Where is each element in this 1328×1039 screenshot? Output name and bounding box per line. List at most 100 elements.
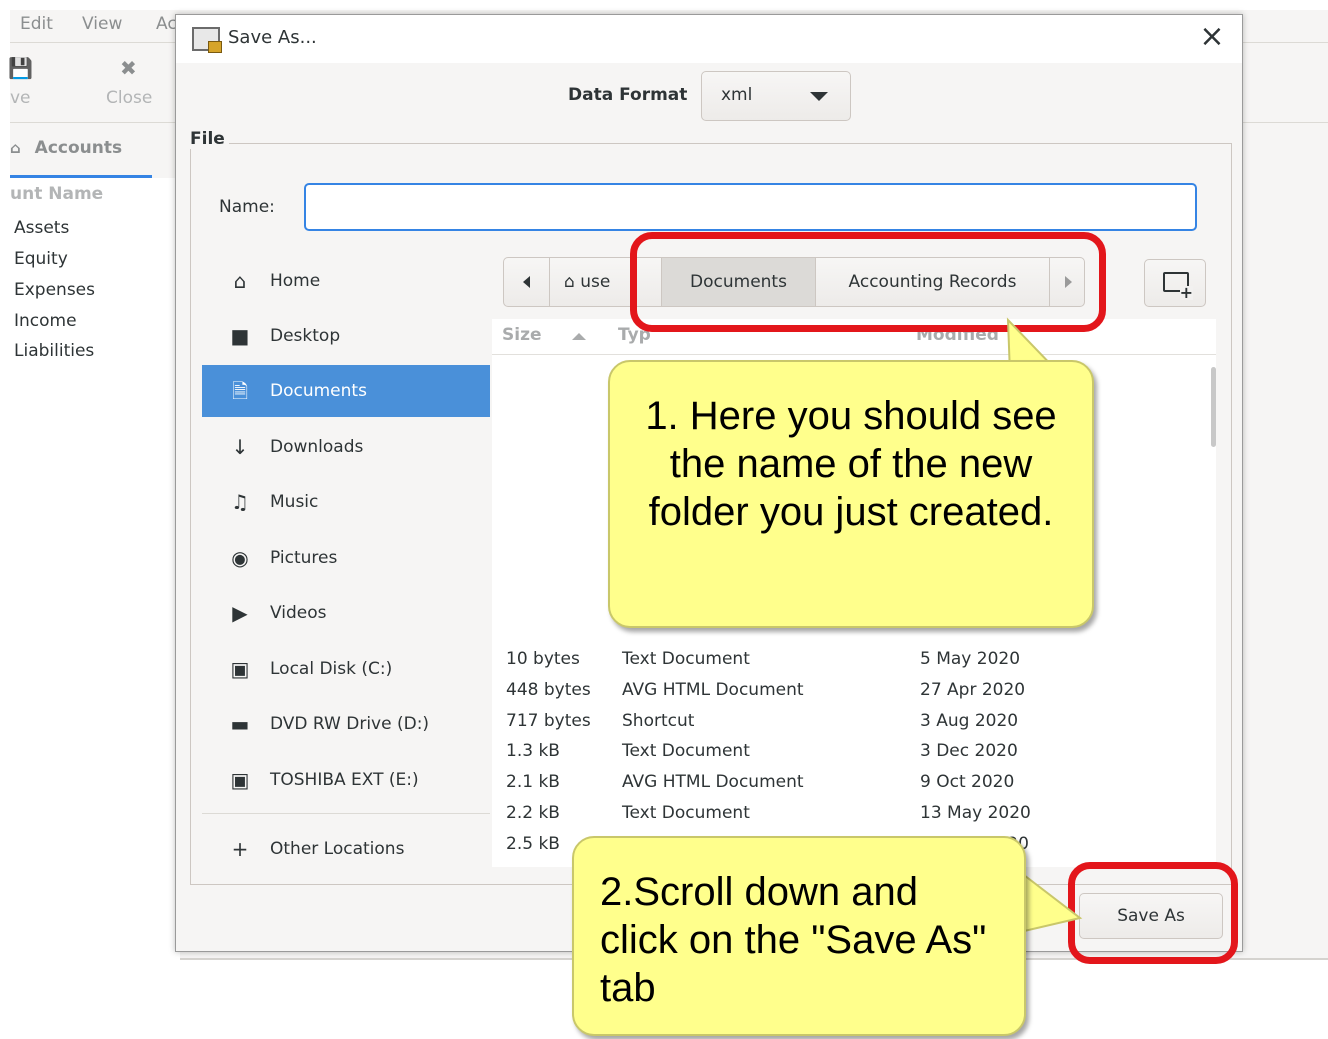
chevron-down-icon — [810, 92, 828, 101]
arrow-right-icon — [1064, 276, 1072, 288]
place-label: Home — [270, 271, 321, 291]
save-dialog-app-icon — [192, 27, 222, 53]
file-modified: 27 Apr 2020 — [920, 679, 1026, 700]
name-label: Name: — [219, 197, 275, 217]
column-header-account-name[interactable]: unt Name — [10, 184, 103, 204]
place-desktop[interactable]: ■ Desktop — [202, 310, 490, 362]
arrow-left-icon — [523, 276, 530, 288]
place-local-disk-c[interactable]: ▣ Local Disk (C:) — [202, 643, 490, 695]
place-videos[interactable]: ▶ Videos — [202, 587, 490, 639]
place-downloads[interactable]: ↓ Downloads — [202, 421, 490, 473]
file-list-scrollbar[interactable] — [1211, 367, 1216, 447]
path-scroll-right-button[interactable] — [1050, 258, 1084, 306]
callout-folder-name-hint: 1. Here you should see the name of the n… — [608, 360, 1094, 628]
file-size: 2.7 kB — [506, 865, 560, 867]
callout-save-as-hint: 2.Scroll down and click on the "Save As"… — [572, 836, 1026, 1036]
tab-accounts-label: Accounts — [34, 138, 123, 158]
file-type: Text Document — [622, 803, 750, 823]
file-name-input[interactable] — [304, 183, 1197, 231]
file-size: 1.3 kB — [506, 741, 560, 762]
file-modified: 13 May 2020 — [920, 803, 1031, 823]
data-format-dropdown[interactable]: xml — [701, 71, 851, 121]
new-folder-icon — [1163, 272, 1193, 300]
file-type: AVG HTML Document — [622, 679, 804, 700]
path-home-label: use — [580, 272, 611, 292]
save-icon[interactable]: 💾 — [8, 56, 33, 80]
place-home[interactable]: ⌂ Home — [202, 255, 490, 307]
camera-icon: ◉ — [231, 546, 249, 570]
file-modified: 9 Oct 2020 — [920, 772, 1015, 793]
accounts-tab-icon: ⌂ — [10, 139, 21, 157]
file-section-label: File — [190, 129, 229, 149]
path-segment-documents[interactable]: Documents — [662, 258, 816, 306]
place-toshiba-ext-e[interactable]: ▣ TOSHIBA EXT (E:) — [202, 754, 490, 806]
accounts-tree[interactable]: unt Name Assets Equity Expenses Income L… — [10, 178, 180, 968]
menu-view[interactable]: View — [82, 14, 122, 34]
menu-edit[interactable]: Edit — [20, 14, 53, 34]
drive-icon: ▣ — [230, 768, 250, 792]
file-modified: 5 May 2020 — [920, 649, 1021, 669]
home-icon: ⌂ — [564, 272, 575, 292]
close-icon: × — [1199, 19, 1225, 54]
file-type: AVG HTML Document — [622, 772, 804, 793]
place-other-locations[interactable]: + Other Locations — [202, 823, 490, 875]
place-label: Videos — [270, 603, 327, 623]
file-row[interactable]: 10 bytes Text Document 5 May 2020 — [492, 645, 1216, 676]
place-dvd-drive-d[interactable]: ▬ DVD RW Drive (D:) — [202, 698, 490, 750]
file-size: 10 bytes — [506, 649, 580, 669]
menu-actions[interactable]: Ac — [156, 14, 177, 34]
place-label: Other Locations — [270, 839, 405, 859]
file-row[interactable]: 717 bytes Shortcut 3 Aug 2020 — [492, 707, 1216, 738]
music-note-icon: ♫ — [231, 490, 249, 514]
place-pictures[interactable]: ◉ Pictures — [202, 532, 490, 584]
path-home-button[interactable]: ⌂ use — [550, 258, 662, 306]
dialog-title: Save As... — [228, 27, 317, 48]
file-modified: 3 Aug 2020 — [920, 710, 1019, 731]
account-row[interactable]: Equity — [14, 249, 68, 269]
desktop-folder-icon: ■ — [230, 324, 250, 348]
file-row[interactable]: 2.1 kB AVG HTML Document 9 Oct 2020 — [492, 768, 1216, 799]
file-size: 2.5 kB — [506, 833, 560, 854]
file-row[interactable]: 448 bytes AVG HTML Document 27 Apr 2020 — [492, 676, 1216, 707]
close-button[interactable]: × — [1196, 21, 1228, 53]
file-row[interactable]: 1.3 kB Text Document 3 Dec 2020 — [492, 737, 1216, 768]
file-modified: 3 Dec 2020 — [920, 741, 1018, 762]
tab-accounts[interactable]: ⌂ Accounts — [10, 124, 152, 178]
path-scroll-left-button[interactable] — [504, 258, 550, 306]
place-label: Local Disk (C:) — [270, 659, 393, 679]
file-size: 2.2 kB — [506, 803, 560, 823]
place-label: DVD RW Drive (D:) — [270, 714, 430, 734]
place-documents[interactable]: 🗎 Documents — [202, 365, 490, 417]
save-as-button[interactable]: Save As — [1079, 893, 1223, 939]
optical-drive-icon: ▬ — [230, 712, 250, 736]
file-size: 2.1 kB — [506, 772, 560, 793]
file-list-header: Size Typ Modified — [492, 319, 1216, 355]
place-label: Pictures — [270, 548, 338, 568]
places-divider — [202, 813, 490, 814]
column-header-type[interactable]: Typ — [618, 325, 651, 345]
path-segment-accounting-records[interactable]: Accounting Records — [816, 258, 1050, 306]
account-row[interactable]: Assets — [14, 218, 69, 238]
dialog-titlebar[interactable]: Save As... × — [176, 15, 1242, 63]
data-format-value: xml — [721, 85, 753, 105]
place-label: Music — [270, 492, 319, 512]
place-label: TOSHIBA EXT (E:) — [270, 770, 419, 790]
column-header-size[interactable]: Size — [502, 325, 542, 345]
account-row[interactable]: Income — [14, 311, 77, 331]
file-type: Shortcut — [622, 710, 695, 731]
place-label: Documents — [270, 381, 367, 401]
toolbar-close-label[interactable]: Close — [106, 88, 152, 108]
toolbar-save-label[interactable]: ve — [10, 88, 31, 108]
account-row[interactable]: Expenses — [14, 280, 95, 300]
new-folder-button[interactable] — [1144, 259, 1206, 307]
file-type: Text Document — [622, 741, 750, 762]
file-row[interactable]: 2.2 kB Text Document 13 May 2020 — [492, 799, 1216, 830]
places-sidebar: ⌂ Home ■ Desktop 🗎 Documents ↓ Downloads… — [202, 247, 490, 867]
column-header-modified[interactable]: Modified — [916, 325, 999, 345]
sort-ascending-icon — [572, 333, 586, 340]
file-size: 717 bytes — [506, 710, 591, 731]
place-music[interactable]: ♫ Music — [202, 476, 490, 528]
account-row[interactable]: Liabilities — [14, 341, 94, 361]
close-x-icon[interactable]: ✖ — [120, 56, 137, 80]
drive-icon: ▣ — [230, 657, 250, 681]
